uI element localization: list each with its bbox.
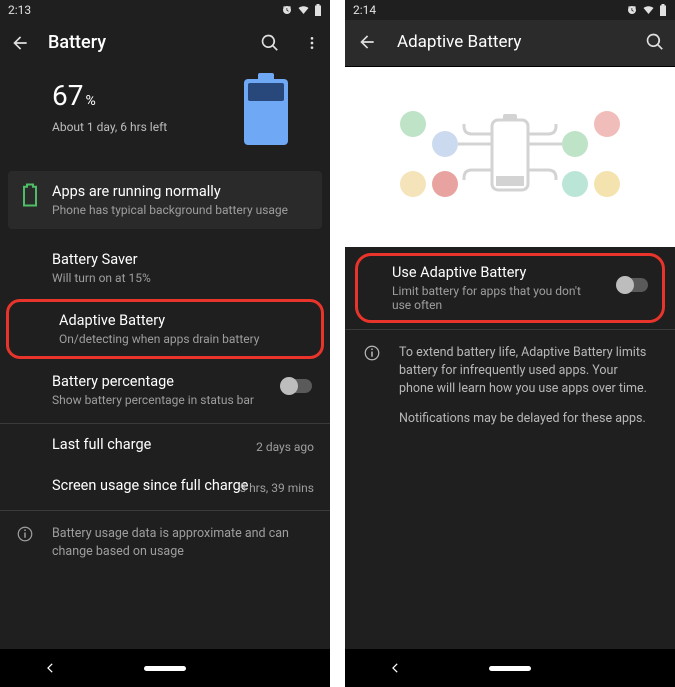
last-full-charge-item[interactable]: Last full charge 2 days ago [0,424,330,465]
adaptive-info-block: To extend battery life, Adaptive Battery… [345,330,675,443]
status-icons [281,4,322,16]
alarm-icon [626,4,638,16]
page-title: Adaptive Battery [397,32,625,52]
battery-ok-icon [22,183,38,207]
adaptive-illustration [345,67,675,247]
status-time: 2:13 [8,3,31,17]
nav-bar [345,649,675,687]
battery-hero: 67% About 1 day, 6 hrs left [0,67,330,167]
use-adaptive-sub: Limit battery for apps that you don't us… [392,284,592,312]
wifi-icon [642,4,655,16]
battery-status-icon [314,4,322,16]
adaptive-battery-title: Adaptive Battery [59,312,307,329]
battery-usage-disclaimer: Battery usage data is approximate and ca… [0,511,330,575]
adaptive-info-text-2: Notifications may be delayed for these a… [399,410,655,428]
adaptive-battery-screen: 2:14 Adaptive Battery [345,0,675,687]
alarm-icon [281,4,293,16]
search-icon[interactable] [260,33,280,53]
screen-usage-item[interactable]: Screen usage since full charge 5 hrs, 39… [0,465,330,506]
nav-home-pill[interactable] [489,666,531,671]
app-bar: Adaptive Battery [345,20,675,67]
battery-percent: 67% [52,79,167,112]
battery-percentage-toggle[interactable] [282,379,312,393]
battery-estimate: About 1 day, 6 hrs left [52,120,167,134]
status-card-sub: Phone has typical background battery usa… [52,203,288,217]
status-card-title: Apps are running normally [52,183,288,200]
status-bar: 2:13 [0,0,330,20]
use-adaptive-toggle[interactable] [618,278,648,292]
battery-saver-item[interactable]: Battery Saver Will turn on at 15% [0,239,330,297]
status-card[interactable]: Apps are running normally Phone has typi… [8,171,322,229]
battery-saver-sub: Will turn on at 15% [52,271,314,285]
nav-back-icon[interactable] [43,661,57,675]
battery-percentage-item[interactable]: Battery percentage Show battery percenta… [0,361,330,419]
page-title: Battery [48,32,236,53]
back-icon[interactable] [357,32,377,52]
info-icon [363,344,381,362]
adaptive-battery-sub: On/detecting when apps drain battery [59,332,307,346]
app-bar: Battery [0,20,330,67]
use-adaptive-battery-item[interactable]: Use Adaptive Battery Limit battery for a… [355,253,665,323]
nav-back-icon[interactable] [388,661,402,675]
nav-home-pill[interactable] [144,666,186,671]
battery-percentage-title: Battery percentage [52,373,314,390]
status-time: 2:14 [353,3,376,17]
battery-settings-screen: 2:13 Battery 67% About 1 day, 6 hrs left… [0,0,330,687]
back-icon[interactable] [10,33,30,53]
screen-usage-value: 5 hrs, 39 mins [239,481,314,495]
adaptive-battery-item[interactable]: Adaptive Battery On/detecting when apps … [6,299,324,359]
last-full-charge-value: 2 days ago [256,440,314,454]
disclaimer-text: Battery usage data is approximate and ca… [52,526,289,559]
battery-status-icon [659,4,667,16]
status-bar: 2:14 [345,0,675,20]
search-icon[interactable] [645,32,665,52]
adaptive-info-text-1: To extend battery life, Adaptive Battery… [399,344,655,398]
status-icons [626,4,667,16]
battery-percentage-sub: Show battery percentage in status bar [52,393,314,407]
overflow-menu-icon[interactable] [304,33,320,53]
wifi-icon [297,4,310,16]
battery-large-icon [244,79,288,145]
use-adaptive-title: Use Adaptive Battery [392,264,650,281]
battery-saver-title: Battery Saver [52,251,314,268]
nav-bar [0,649,330,687]
info-icon [16,525,34,543]
